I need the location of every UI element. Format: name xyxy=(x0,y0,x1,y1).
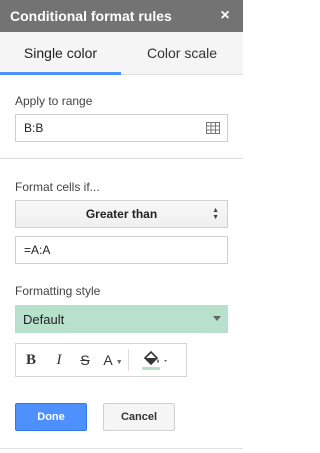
condition-value: Greater than xyxy=(85,207,158,221)
strikethrough-button[interactable]: S xyxy=(72,348,98,372)
style-preset-dropdown[interactable]: Default xyxy=(15,305,228,333)
text-color-icon: A xyxy=(103,352,113,368)
paint-bucket-icon xyxy=(142,350,167,370)
dialog-titlebar: Conditional format rules × xyxy=(0,0,243,32)
style-preset-value: Default xyxy=(23,311,65,327)
toolbar-separator xyxy=(128,349,129,371)
chevron-down-icon xyxy=(213,316,221,321)
fill-color-button[interactable] xyxy=(135,348,175,372)
bold-button[interactable]: B xyxy=(16,348,46,372)
tab-single-color[interactable]: Single color xyxy=(0,32,121,75)
format-cells-label: Format cells if... xyxy=(15,180,100,194)
tab-color-scale[interactable]: Color scale xyxy=(121,32,243,74)
done-button[interactable]: Done xyxy=(15,403,87,431)
section-divider xyxy=(0,158,243,159)
italic-button[interactable]: I xyxy=(46,348,72,372)
condition-formula: =A:A xyxy=(24,243,51,257)
bottom-divider xyxy=(0,448,243,449)
text-color-button[interactable]: A ▼ xyxy=(98,348,128,372)
close-icon[interactable]: × xyxy=(217,7,233,25)
select-arrows-icon: ▲ ▼ xyxy=(212,207,219,221)
rule-type-tabs: Single color Color scale xyxy=(0,32,243,75)
cancel-button[interactable]: Cancel xyxy=(103,403,175,431)
range-value: B:B xyxy=(24,121,44,135)
condition-value-input[interactable]: =A:A xyxy=(15,236,228,264)
grid-range-icon[interactable] xyxy=(206,122,220,134)
condition-select[interactable]: Greater than ▲ ▼ xyxy=(15,200,228,228)
formatting-style-label: Formatting style xyxy=(15,284,101,298)
chevron-down-icon: ▼ xyxy=(115,358,123,366)
format-toolbar: B I S A ▼ xyxy=(15,343,187,377)
dialog-title: Conditional format rules xyxy=(10,8,172,24)
apply-to-range-label: Apply to range xyxy=(15,94,93,108)
range-input[interactable]: B:B xyxy=(15,114,228,142)
